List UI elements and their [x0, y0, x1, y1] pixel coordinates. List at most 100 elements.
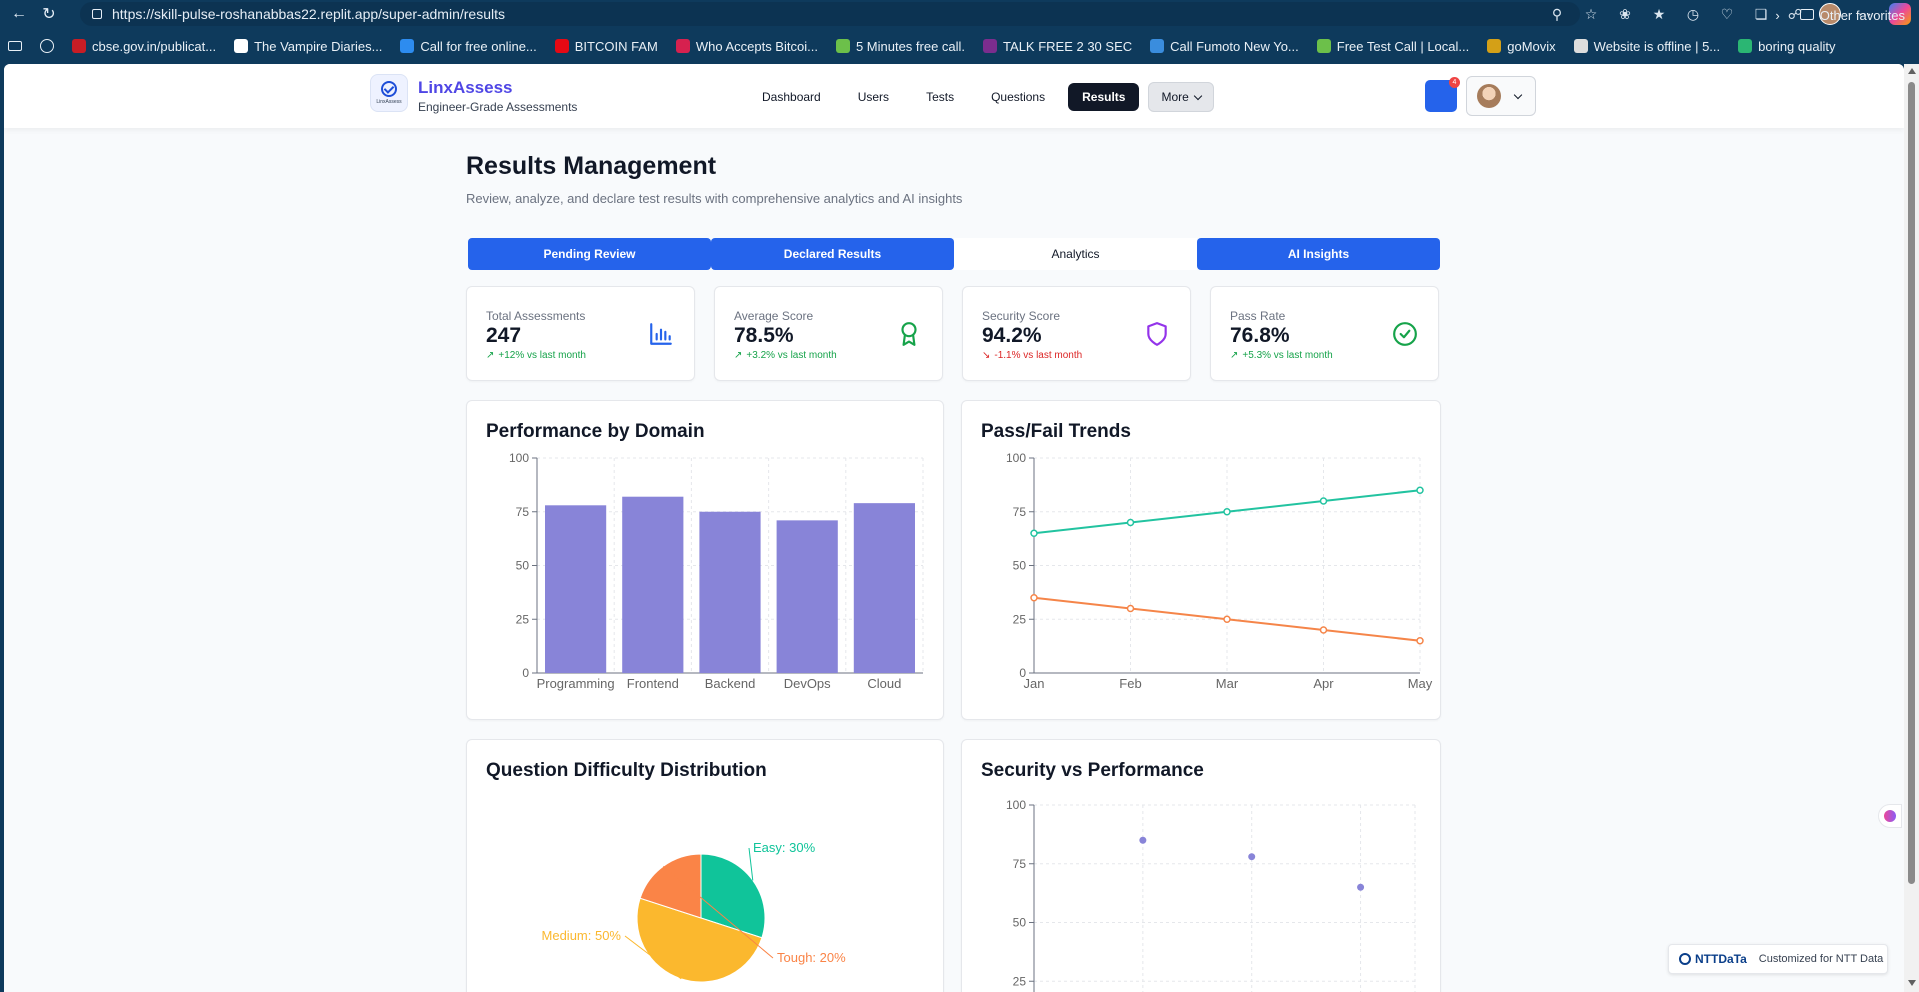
- series-point[interactable]: [1030, 529, 1038, 537]
- bookmark-item[interactable]: Call Fumoto New Yo...: [1150, 39, 1299, 54]
- bookmark-item[interactable]: BITCOIN FAM: [554, 38, 658, 54]
- bookmark-label: boring quality: [1758, 38, 1836, 54]
- bookmark-item[interactable]: cbse.gov.in/publicat...: [72, 39, 216, 54]
- lock-icon: [92, 9, 102, 19]
- y-tick-label: 50: [1013, 559, 1027, 573]
- back-icon[interactable]: ←: [8, 3, 30, 25]
- other-favorites[interactable]: Other favorites: [1799, 8, 1905, 23]
- security-vs-performance-card: Security vs Performance 25 50 75 100: [961, 739, 1441, 992]
- bookmark-favicon-icon: [1487, 39, 1502, 53]
- x-tick-label: Programming: [537, 676, 615, 691]
- x-tick-label: Mar: [1216, 676, 1239, 691]
- star-icon[interactable]: ☆: [1581, 4, 1601, 24]
- nav-users[interactable]: Users: [844, 83, 903, 111]
- y-tick-label: 100: [1006, 451, 1026, 465]
- difficulty-pie-chart: Easy: 30% Medium: 50% Tough: 20%: [542, 840, 846, 983]
- page-subtitle: Review, analyze, and declare test result…: [466, 191, 963, 206]
- bar-programming[interactable]: [545, 505, 607, 673]
- y-tick-label: 25: [1013, 612, 1027, 626]
- stat-card-total-assessments: Total Assessments 247 ↗ +12% vs last month: [466, 286, 695, 381]
- performance-by-domain-card: Performance by Domain 0 25 50 75 100 Programm…: [466, 400, 944, 720]
- bookmark-item[interactable]: The Vampire Diaries...: [234, 39, 382, 54]
- globe-icon[interactable]: [40, 39, 54, 53]
- favorites-icon[interactable]: ★: [1649, 4, 1669, 24]
- page-viewport: LinxAssess LinxAssess Engineer-Grade Ass…: [4, 64, 1904, 992]
- nav-questions[interactable]: Questions: [977, 83, 1059, 111]
- browser-address-bar: ← ↻ https://skill-pulse-roshanabbas22.re…: [0, 0, 1919, 28]
- bookmark-item[interactable]: goMovix: [1487, 39, 1556, 54]
- scroll-up-icon[interactable]: [1908, 68, 1916, 74]
- x-tick-label: May: [1408, 676, 1433, 691]
- collections-icon[interactable]: ❏: [1751, 4, 1771, 24]
- scroll-thumb[interactable]: [1908, 82, 1915, 884]
- health-icon[interactable]: ♡: [1717, 4, 1737, 24]
- series-point[interactable]: [1223, 615, 1231, 623]
- bookmark-favicon-icon: [675, 39, 690, 53]
- notifications-button[interactable]: 4: [1425, 77, 1460, 112]
- nav-results[interactable]: Results: [1068, 83, 1140, 111]
- app-logo[interactable]: LinxAssess: [370, 74, 408, 112]
- nav-more-label: More: [1161, 90, 1189, 104]
- zoom-icon[interactable]: ⚲: [1547, 4, 1567, 24]
- bookmark-favicon-icon: [554, 39, 569, 53]
- trend-up-icon: ↗: [1230, 350, 1239, 361]
- scatter-point[interactable]: [1248, 853, 1256, 861]
- stat-trend: ↗ +3.2% vs last month: [734, 350, 837, 361]
- results-tabs: Pending Review Declared Results Analytics A…: [468, 238, 1440, 270]
- series-point[interactable]: [1126, 518, 1135, 527]
- chevron-down-icon: [1513, 90, 1523, 99]
- trend-up-icon: ↗: [486, 350, 495, 361]
- ai-assistant-icon[interactable]: [1878, 804, 1902, 828]
- url-input[interactable]: https://skill-pulse-roshanabbas22.replit…: [80, 2, 1580, 26]
- user-menu-button[interactable]: [1466, 76, 1536, 116]
- bookmark-item[interactable]: TALK FREE 2 30 SEC: [983, 39, 1132, 54]
- bookmark-favicon-icon: [1150, 39, 1165, 53]
- brand-subtitle: Engineer-Grade Assessments: [418, 100, 578, 114]
- y-tick-label: 75: [1013, 857, 1027, 871]
- ntt-data-badge: NTTDaTa Customized for NTT Data: [1668, 944, 1888, 974]
- bar-cloud[interactable]: [853, 503, 915, 673]
- stat-value: 76.8%: [1230, 324, 1290, 347]
- tab-analytics[interactable]: Analytics: [954, 238, 1197, 270]
- extensions-icon[interactable]: ❀: [1615, 4, 1635, 24]
- bookmarks-overflow-icon[interactable]: ›: [1775, 8, 1779, 23]
- series-point[interactable]: [1126, 604, 1135, 613]
- series-point[interactable]: [1319, 626, 1328, 634]
- series-point[interactable]: [1223, 508, 1231, 516]
- tab-ai-insights[interactable]: AI Insights: [1197, 238, 1440, 270]
- nav-dashboard[interactable]: Dashboard: [748, 83, 835, 111]
- series-point[interactable]: [1416, 637, 1424, 645]
- folder-icon: [1799, 9, 1814, 20]
- bookmark-favicon-icon: [400, 39, 415, 53]
- bookmark-item[interactable]: Website is offline | 5...: [1573, 39, 1720, 54]
- y-tick-label: 50: [1013, 916, 1027, 930]
- stat-trend: ↘ -1.1% vs last month: [982, 350, 1082, 361]
- bar-backend[interactable]: [699, 511, 761, 673]
- tab-pending-review[interactable]: Pending Review: [468, 238, 711, 270]
- bookmark-label: cbse.gov.in/publicat...: [92, 38, 217, 54]
- history-icon[interactable]: ◷: [1683, 4, 1703, 24]
- bar-devops[interactable]: [776, 520, 838, 673]
- x-tick-label: Cloud: [867, 676, 901, 691]
- question-difficulty-card: Question Difficulty Distribution Easy: 3…: [466, 739, 944, 992]
- bookmark-label: BITCOIN FAM: [574, 38, 658, 54]
- bookmark-item[interactable]: Who Accepts Bitcoi...: [675, 39, 818, 54]
- refresh-icon[interactable]: ↻: [38, 3, 60, 25]
- x-tick-label: Feb: [1119, 676, 1141, 691]
- nav-tests[interactable]: Tests: [912, 83, 968, 111]
- series-point[interactable]: [1030, 594, 1038, 602]
- bookmark-item[interactable]: 5 Minutes free call.: [835, 39, 965, 54]
- series-point[interactable]: [1319, 497, 1328, 505]
- bookmark-item[interactable]: boring quality: [1738, 39, 1835, 54]
- series-point[interactable]: [1416, 486, 1424, 494]
- scatter-point[interactable]: [1357, 883, 1365, 891]
- bar-frontend[interactable]: [622, 496, 684, 673]
- scatter-point[interactable]: [1139, 836, 1147, 844]
- scroll-down-icon[interactable]: [1908, 980, 1916, 986]
- bookmark-item[interactable]: Call for free online...: [400, 39, 537, 54]
- tab-actions-icon[interactable]: [8, 41, 22, 51]
- tab-declared-results[interactable]: Declared Results: [711, 238, 954, 270]
- page-scrollbar[interactable]: [1904, 64, 1919, 992]
- bookmark-item[interactable]: Free Test Call | Local...: [1316, 39, 1469, 54]
- nav-more-button[interactable]: More: [1148, 82, 1214, 112]
